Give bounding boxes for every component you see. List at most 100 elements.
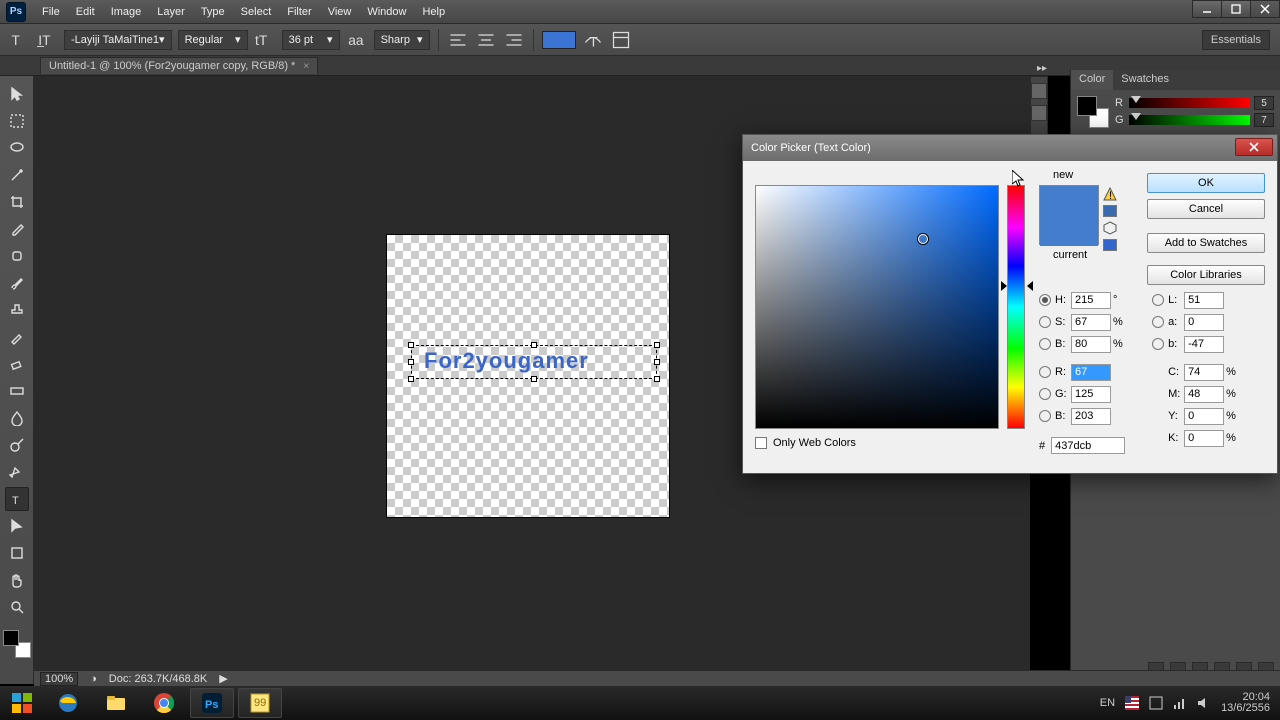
radio-b-lab[interactable] <box>1152 338 1164 350</box>
hue-thumb-icon[interactable] <box>1001 281 1007 291</box>
websafe-swatch[interactable] <box>1103 239 1117 251</box>
new-color-swatch[interactable] <box>1040 186 1098 216</box>
gradient-tool[interactable] <box>5 379 29 403</box>
crop-tool[interactable] <box>5 190 29 214</box>
dialog-close-button[interactable] <box>1235 138 1273 156</box>
sv-color-field[interactable] <box>755 185 999 429</box>
align-right-button[interactable] <box>503 29 525 51</box>
resize-handle[interactable] <box>654 342 660 348</box>
tray-clock[interactable]: 20:04 13/6/2556 <box>1221 692 1270 714</box>
tray-lang[interactable]: EN <box>1100 697 1115 709</box>
maximize-button[interactable] <box>1221 0 1251 18</box>
menu-layer[interactable]: Layer <box>149 0 193 24</box>
resize-handle[interactable] <box>408 359 414 365</box>
radio-h[interactable] <box>1039 294 1051 306</box>
dodge-tool[interactable] <box>5 433 29 457</box>
resize-handle[interactable] <box>654 376 660 382</box>
radio-a[interactable] <box>1152 316 1164 328</box>
radio-b-rgb[interactable] <box>1039 410 1051 422</box>
websafe-warning-icon[interactable] <box>1103 221 1117 235</box>
status-arrow-icon[interactable]: ▶ <box>219 672 227 685</box>
path-select-tool[interactable] <box>5 514 29 538</box>
tray-action-icon[interactable] <box>1149 696 1163 710</box>
lasso-tool[interactable] <box>5 136 29 160</box>
marquee-tool[interactable] <box>5 109 29 133</box>
slider-g-value[interactable]: 7 <box>1254 113 1274 127</box>
slider-g[interactable]: G7 <box>1115 113 1274 127</box>
text-color-swatch[interactable] <box>542 31 576 49</box>
hand-tool[interactable] <box>5 568 29 592</box>
collapsed-dock[interactable]: ▸▸ <box>1030 76 1048 136</box>
taskbar-explorer[interactable] <box>94 688 138 718</box>
radio-l[interactable] <box>1152 294 1164 306</box>
font-family-select[interactable]: -Layiji TaMaiTine1▾ <box>64 30 172 50</box>
b-lab-input[interactable]: -47 <box>1184 336 1224 353</box>
close-button[interactable] <box>1250 0 1280 18</box>
hex-input[interactable]: 437dcb <box>1051 437 1125 454</box>
tab-swatches[interactable]: Swatches <box>1113 70 1177 90</box>
gamut-safe-swatch[interactable] <box>1103 205 1117 217</box>
start-button[interactable] <box>0 686 44 720</box>
font-size-select[interactable]: 36 pt▾ <box>282 30 340 50</box>
dock-history-icon[interactable] <box>1031 83 1047 99</box>
workspace-switcher[interactable]: Essentials <box>1202 30 1270 50</box>
anti-alias-select[interactable]: Sharp▾ <box>374 30 430 50</box>
expand-dock-icon[interactable]: ▸▸ <box>1037 63 1047 74</box>
orientation-button[interactable]: I̲T <box>36 29 58 51</box>
tab-color[interactable]: Color <box>1071 70 1113 90</box>
menu-image[interactable]: Image <box>103 0 150 24</box>
menu-type[interactable]: Type <box>193 0 233 24</box>
warp-text-button[interactable]: T <box>582 29 604 51</box>
minimize-button[interactable] <box>1192 0 1222 18</box>
c-input[interactable]: 74 <box>1184 364 1224 381</box>
type-tool-preset[interactable]: T <box>8 29 30 51</box>
menu-view[interactable]: View <box>320 0 360 24</box>
fg-bg-colors[interactable] <box>3 630 31 658</box>
radio-b-hsb[interactable] <box>1039 338 1051 350</box>
menu-window[interactable]: Window <box>359 0 414 24</box>
shape-tool[interactable] <box>5 541 29 565</box>
a-input[interactable]: 0 <box>1184 314 1224 331</box>
taskbar-chrome[interactable] <box>142 688 186 718</box>
taskbar-ie[interactable] <box>46 688 90 718</box>
dock-properties-icon[interactable] <box>1031 105 1047 121</box>
wand-tool[interactable] <box>5 163 29 187</box>
add-swatches-button[interactable]: Add to Swatches <box>1147 233 1265 253</box>
taskbar-photoshop[interactable]: Ps <box>190 688 234 718</box>
b-hsb-input[interactable]: 80 <box>1071 336 1111 353</box>
tray-network-icon[interactable] <box>1173 696 1187 710</box>
color-libraries-button[interactable]: Color Libraries <box>1147 265 1265 285</box>
hue-slider[interactable] <box>1007 185 1025 429</box>
radio-s[interactable] <box>1039 316 1051 328</box>
resize-handle[interactable] <box>408 376 414 382</box>
heal-tool[interactable] <box>5 244 29 268</box>
taskbar-app[interactable]: 99 <box>238 688 282 718</box>
tray-flag-icon[interactable] <box>1125 696 1139 710</box>
eraser-tool[interactable] <box>5 352 29 376</box>
color-panel-swatch[interactable] <box>1077 96 1109 128</box>
s-input[interactable]: 67 <box>1071 314 1111 331</box>
resize-handle[interactable] <box>408 342 414 348</box>
canvas[interactable]: For2yougamer <box>386 234 670 518</box>
k-input[interactable]: 0 <box>1184 430 1224 447</box>
resize-handle[interactable] <box>531 376 537 382</box>
ok-button[interactable]: OK <box>1147 173 1265 193</box>
eyedrop-tool[interactable] <box>5 217 29 241</box>
only-web-colors-checkbox[interactable] <box>755 437 767 449</box>
blur-tool[interactable] <box>5 406 29 430</box>
radio-r[interactable] <box>1039 366 1051 378</box>
align-left-button[interactable] <box>447 29 469 51</box>
dialog-title-bar[interactable]: Color Picker (Text Color) <box>743 135 1277 161</box>
menu-filter[interactable]: Filter <box>279 0 319 24</box>
m-input[interactable]: 48 <box>1184 386 1224 403</box>
menu-file[interactable]: File <box>34 0 68 24</box>
tray-volume-icon[interactable] <box>1197 696 1211 710</box>
font-style-select[interactable]: Regular▾ <box>178 30 248 50</box>
resize-handle[interactable] <box>654 359 660 365</box>
close-tab-icon[interactable]: × <box>303 61 309 72</box>
sv-cursor-icon[interactable] <box>918 234 928 244</box>
current-color-swatch[interactable] <box>1040 216 1098 246</box>
menu-select[interactable]: Select <box>233 0 280 24</box>
b-rgb-input[interactable]: 203 <box>1071 408 1111 425</box>
menu-edit[interactable]: Edit <box>68 0 103 24</box>
